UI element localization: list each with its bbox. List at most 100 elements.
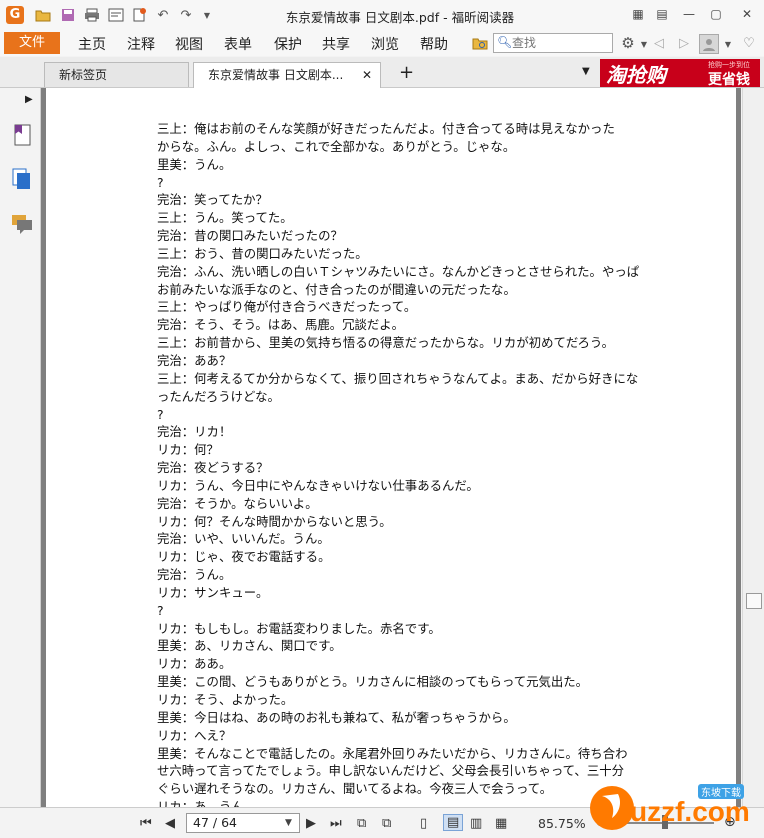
menu-browse[interactable]: 浏览 [371, 34, 399, 54]
feedback-heart-icon[interactable]: ♡ [741, 35, 757, 51]
new-tab-plus-icon[interactable]: + [399, 62, 414, 83]
properties-icon[interactable] [108, 7, 124, 23]
document-line: リカ：へえ？ [157, 727, 232, 743]
tab-document[interactable]: 东京爱情故事 日文剧本... ✕ [193, 62, 381, 88]
menu-protect[interactable]: 保护 [274, 34, 302, 54]
document-line: 完治：そう、そう。はあ、馬鹿。冗談だよ。 [157, 317, 405, 333]
page-dropdown-icon[interactable]: ▼ [285, 818, 292, 828]
scrollbar-thumb[interactable] [746, 593, 762, 609]
document-line: ? [157, 406, 164, 422]
window-title: 东京爱情故事 日文剧本.pdf - 福昕阅读器 [285, 10, 515, 25]
facing-page-icon[interactable]: ▥ [470, 816, 482, 831]
page-number-field[interactable]: 47 / 64 ▼ [186, 813, 300, 833]
document-line: リカ：ああ。 [157, 656, 232, 672]
menu-share[interactable]: 共享 [322, 34, 350, 54]
navigation-panel: ▶ [0, 88, 43, 807]
settings-dropdown-icon[interactable]: ▼ [636, 36, 652, 52]
document-text: 三上：俺はお前のそんな笑顔が好きだったんだよ。付き合ってる時は見えなかった からな… [157, 120, 647, 807]
pdf-page: 三上：俺はお前のそんな笑顔が好きだったんだよ。付き合ってる時は見えなかった からな… [46, 88, 736, 807]
minimize-button[interactable]: — [679, 5, 699, 23]
vertical-scrollbar[interactable] [742, 88, 764, 807]
next-page-icon[interactable]: ▶ [306, 816, 316, 831]
document-line: リカ：じゃ、夜でお電話する。 [157, 549, 331, 565]
document-viewport[interactable]: 三上：俺はお前のそんな笑顔が好きだったんだよ。付き合ってる時は見えなかった からな… [41, 88, 741, 807]
first-page-icon[interactable]: ⏮ [140, 816, 152, 831]
settings-gear-icon[interactable]: ⚙ [620, 34, 636, 52]
tab-document-label: 东京爱情故事 日文剧本... [208, 68, 344, 82]
document-line: 完治：昔の関口みたいだったの？ [157, 228, 343, 244]
nav-forward-icon[interactable]: ▷ [676, 35, 692, 51]
continuous-page-icon[interactable]: ▤ [443, 814, 464, 831]
search-input[interactable] [512, 35, 608, 50]
tab-list-dropdown-icon[interactable]: ▼ [582, 66, 590, 77]
document-line: からな。ふん。よしっ、これで全部かな。ありがとう。じゃな。 [157, 138, 516, 154]
menu-comment[interactable]: 注释 [127, 34, 155, 54]
new-document-icon[interactable] [131, 7, 147, 23]
file-menu[interactable]: 文件 [4, 32, 60, 54]
close-button[interactable]: ✕ [737, 5, 757, 23]
document-line: 完治：うん。 [157, 567, 232, 583]
ad-tag-text: 更省钱 [708, 72, 750, 88]
document-line: 完治：リカ！ [157, 424, 232, 440]
single-page-icon[interactable]: ▯ [420, 816, 427, 831]
document-line: リカ：そう、よかった。 [157, 692, 294, 707]
document-line: リカ：何？ [157, 442, 219, 458]
menu-view[interactable]: 视图 [175, 34, 203, 54]
panel-expand-arrow-icon[interactable]: ▶ [25, 94, 33, 105]
tab-bar: 新标签页 东京爱情故事 日文剧本... ✕ + ▼ 淘抢购 抢购一步到位 更省钱 [0, 57, 764, 88]
page-thumbnails-icon[interactable] [12, 168, 32, 193]
ad-banner[interactable]: 淘抢购 抢购一步到位 更省钱 [600, 59, 760, 88]
save-icon[interactable] [60, 7, 76, 23]
document-line: リカ：うん、今日中にやんなきゃいけない仕事あるんだ。 [157, 477, 479, 493]
search-box[interactable]: 🔍︎ [493, 33, 613, 53]
document-line: 完治：夜どうする？ [157, 460, 269, 476]
menu-help[interactable]: 帮助 [420, 34, 448, 54]
comments-icon[interactable] [11, 214, 33, 237]
tab-new-tab[interactable]: 新标签页 [44, 62, 189, 87]
ribbon-menu-bar: 文件 主页 注释 视图 表单 保护 共享 浏览 帮助 🔍︎ ⚙ ▼ ◁ ▷ ▼ … [0, 30, 764, 56]
document-line: 三上：おう、昔の関口みたいだった。 [157, 245, 368, 261]
previous-view-icon[interactable]: ⧉ [357, 816, 366, 831]
find-folder-icon[interactable] [472, 35, 488, 51]
document-line: 三上：やっぱり俺が付き合うべきだったって。 [157, 299, 417, 315]
previous-page-icon[interactable]: ◀ [165, 816, 175, 831]
document-line: 里美：今日はね、あの時のお礼も兼ねて、私が奢っちゃうから。 [157, 709, 516, 725]
watermark-tag: 东坡下载 [698, 784, 744, 799]
zoom-level[interactable]: 85.75% [538, 816, 586, 831]
ad-main-text: 淘抢购 [606, 63, 666, 87]
document-line: リカ：もしもし。お電話変わりました。赤名です。 [157, 620, 441, 636]
maximize-button[interactable]: ▢ [706, 5, 726, 23]
document-line: 三上：うん。笑ってた。 [157, 210, 293, 226]
undo-icon[interactable]: ↶ [155, 7, 171, 23]
next-view-icon[interactable]: ⧉ [382, 816, 391, 831]
nav-back-icon[interactable]: ◁ [651, 35, 667, 51]
bookmark-page-icon[interactable] [12, 124, 32, 149]
app-logo-icon[interactable]: G [6, 6, 24, 24]
user-dropdown-icon[interactable]: ▼ [720, 36, 736, 52]
tab-close-icon[interactable]: ✕ [362, 63, 372, 87]
document-line: ? [157, 602, 164, 618]
restore-layout-icon[interactable]: ▦ [628, 5, 648, 23]
open-folder-icon[interactable] [35, 7, 51, 23]
continuous-facing-icon[interactable]: ▦ [495, 816, 507, 831]
title-bar: G ↶ ↷ ▼ 东京爱情故事 日文剧本.pdf - 福昕阅读器 ▦ ▤ — ▢ … [0, 0, 764, 31]
customize-dropdown-icon[interactable]: ▼ [199, 7, 215, 23]
skin-icon[interactable]: ▤ [652, 5, 672, 23]
redo-icon[interactable]: ↷ [178, 7, 194, 23]
document-line: 里美：この間、どうもありがとう。リカさんに相談のってもらって元気出た。 [157, 674, 589, 690]
uzzf-watermark-logo: uzzf.com 东坡下载 [588, 770, 758, 832]
menu-home[interactable]: 主页 [78, 34, 106, 54]
last-page-icon[interactable]: ⏭ [330, 816, 342, 831]
print-icon[interactable] [84, 7, 100, 23]
document-line: リカ：何？そんな時間かからないと思う。 [157, 513, 392, 529]
document-line: 完治：笑ってたか？ [157, 192, 268, 208]
document-line: 完治：そうか。ならいいよ。 [157, 495, 318, 511]
document-line: リカ：あ、うん。 [157, 799, 257, 807]
page-number-value: 47 / 64 [193, 815, 237, 830]
document-line: ぐらい遅れそうなの。リカさん、聞いてるよね。今夜三人で会うって。 [157, 781, 553, 797]
document-line: 里美：あ、リカさん、関口です。 [157, 638, 342, 654]
menu-form[interactable]: 表单 [224, 34, 252, 54]
user-avatar[interactable] [699, 34, 719, 54]
document-line: 三上：俺はお前のそんな笑顔が好きだったんだよ。付き合ってる時は見えなかった [157, 121, 615, 136]
document-line: 完治：いや、いいんだ。うん。 [157, 531, 330, 547]
